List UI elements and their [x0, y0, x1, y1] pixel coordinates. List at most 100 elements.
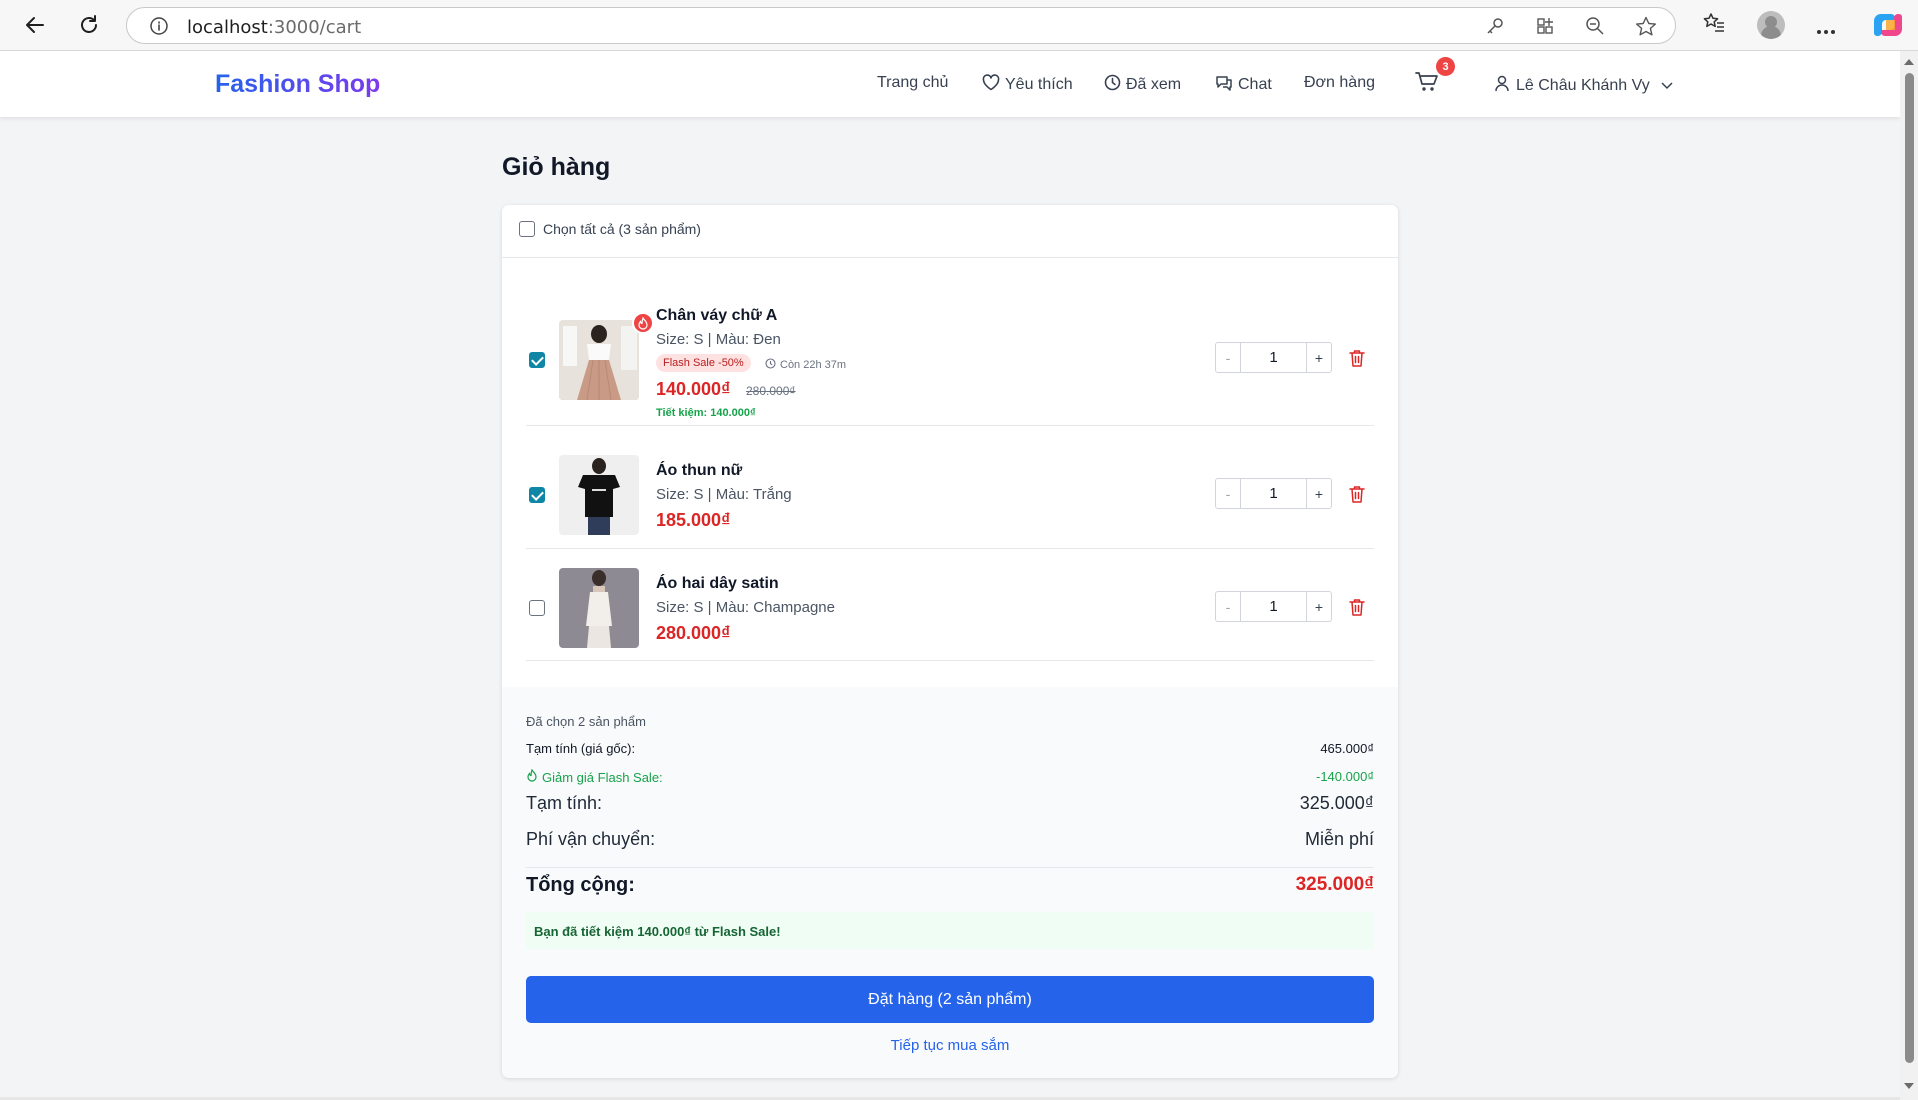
user-name: Lê Châu Khánh Vy [1516, 76, 1650, 94]
decrease-button[interactable]: - [1216, 592, 1241, 621]
savings-note: Bạn đã tiết kiệm 140.000₫ từ Flash Sale! [526, 912, 1374, 949]
quantity-stepper[interactable]: - 1 + [1215, 342, 1332, 373]
item-checkbox[interactable] [529, 352, 545, 368]
product-name[interactable]: Áo thun nữ [656, 462, 742, 480]
product-variant: Size: S | Màu: Đen [656, 331, 781, 348]
site-logo[interactable]: Fashion Shop [215, 70, 380, 99]
flash-discount-label: Giảm giá Flash Sale: [542, 769, 663, 785]
quantity-stepper[interactable]: - 1 + [1215, 591, 1332, 622]
subtotal-value: 325.000₫ [1299, 793, 1374, 813]
nav-favorites[interactable]: Yêu thích [982, 74, 1073, 96]
product-image[interactable] [559, 455, 639, 535]
quantity-input[interactable]: 1 [1241, 592, 1306, 621]
browser-toolbar: localhost:3000/cart [0, 0, 1918, 51]
continue-shopping-link[interactable]: Tiếp tục mua sắm [891, 1037, 1010, 1054]
row-divider [526, 660, 1374, 661]
clock-icon [1104, 74, 1121, 96]
nav-chat-label: Chat [1238, 76, 1272, 93]
nav-viewed-label: Đã xem [1126, 76, 1182, 93]
back-arrow-icon[interactable] [20, 10, 50, 40]
reload-icon[interactable] [74, 10, 104, 40]
fire-icon [526, 768, 538, 785]
url-path: :3000/cart [267, 17, 362, 38]
apps-icon[interactable] [1535, 16, 1555, 41]
page-scrollbar[interactable] [1900, 51, 1918, 1100]
shipping-label: Phí vận chuyển: [526, 829, 656, 849]
nav-orders[interactable]: Đơn hàng [1304, 74, 1375, 92]
subtotal-label: Tạm tính: [526, 793, 603, 813]
subtotal-original-row: Tạm tính (giá gốc): 465.000₫ [526, 741, 1374, 756]
select-all-checkbox[interactable] [519, 221, 535, 237]
nav-favorites-label: Yêu thích [1005, 76, 1073, 93]
product-image[interactable] [559, 320, 639, 400]
item-checkbox[interactable] [529, 600, 545, 616]
original-price: 280.000₫ [746, 384, 796, 398]
select-all-label: Chọn tất cả (3 sản phẩm) [543, 221, 701, 237]
total-value: 325.000₫ [1295, 874, 1374, 895]
quantity-stepper[interactable]: - 1 + [1215, 478, 1332, 509]
shipping-value: Miễn phí [1304, 829, 1374, 849]
subtotal-row: Tạm tính: 325.000₫ [526, 793, 1374, 814]
selected-count-row: Đã chọn 2 sản phẩm [526, 714, 1374, 729]
subtotal-original-label: Tạm tính (giá gốc): [526, 741, 636, 756]
shipping-row: Phí vận chuyển: Miễn phí [526, 829, 1374, 850]
nav-chat[interactable]: Chat [1215, 74, 1272, 96]
nav-home[interactable]: Trang chủ [877, 74, 948, 92]
divider [502, 257, 1398, 258]
divider [526, 867, 1374, 868]
product-name[interactable]: Chân váy chữ A [656, 307, 777, 325]
chevron-down-icon [1661, 77, 1673, 95]
product-price: 185.000₫ [656, 510, 731, 530]
trash-icon[interactable] [1349, 485, 1365, 508]
product-image[interactable] [559, 568, 639, 648]
heart-icon [982, 74, 1000, 96]
url-host: localhost [187, 17, 268, 38]
profile-icon[interactable] [1757, 11, 1785, 39]
nav-viewed[interactable]: Đã xem [1104, 74, 1181, 96]
zoom-out-icon[interactable] [1585, 16, 1605, 41]
site-header: Fashion Shop Trang chủ Yêu thích Đã xem … [0, 51, 1900, 117]
flash-discount-value: -140.000₫ [1316, 769, 1374, 784]
increase-button[interactable]: + [1306, 592, 1331, 621]
copilot-icon[interactable] [1873, 10, 1903, 45]
clock-icon [765, 358, 776, 372]
row-divider [526, 425, 1374, 426]
cart-card: Chọn tất cả (3 sản phẩm) Chân váy chữ A … [502, 205, 1398, 1078]
star-icon[interactable] [1635, 16, 1657, 41]
scroll-down-arrow[interactable] [1904, 1083, 1914, 1089]
flash-timer: Còn 22h 37m [765, 358, 846, 372]
decrease-button[interactable]: - [1216, 479, 1241, 508]
quantity-input[interactable]: 1 [1241, 479, 1306, 508]
nav-orders-label: Đơn hàng [1304, 74, 1375, 91]
info-icon[interactable] [149, 16, 169, 41]
chat-icon [1215, 74, 1233, 96]
place-order-button[interactable]: Đặt hàng (2 sản phẩm) [526, 976, 1374, 1023]
trash-icon[interactable] [1349, 598, 1365, 621]
cart-icon[interactable] [1415, 71, 1439, 98]
product-variant: Size: S | Màu: Trắng [656, 486, 792, 503]
item-checkbox[interactable] [529, 487, 545, 503]
fire-icon [632, 312, 654, 334]
address-bar[interactable]: localhost:3000/cart [126, 7, 1676, 44]
total-label: Tổng cộng: [526, 874, 635, 896]
increase-button[interactable]: + [1306, 343, 1331, 372]
favorites-icon[interactable] [1702, 11, 1726, 40]
page-title: Giỏ hàng [502, 153, 611, 181]
select-all[interactable]: Chọn tất cả (3 sản phẩm) [519, 221, 701, 237]
more-icon[interactable] [1816, 22, 1836, 40]
product-price: 140.000₫ [656, 379, 731, 399]
scroll-up-arrow[interactable] [1904, 59, 1914, 65]
continue-shopping-wrap: Tiếp tục mua sắm [502, 1037, 1398, 1054]
product-price: 280.000₫ [656, 623, 731, 643]
decrease-button[interactable]: - [1216, 343, 1241, 372]
increase-button[interactable]: + [1306, 479, 1331, 508]
subtotal-original-value: 465.000₫ [1320, 741, 1374, 756]
user-menu[interactable]: Lê Châu Khánh Vy [1493, 74, 1673, 97]
quantity-input[interactable]: 1 [1241, 343, 1306, 372]
url-text: localhost:3000/cart [187, 17, 361, 38]
scroll-thumb[interactable] [1905, 73, 1914, 1063]
row-divider [526, 548, 1374, 549]
key-icon[interactable] [1485, 16, 1505, 41]
trash-icon[interactable] [1349, 349, 1365, 372]
product-name[interactable]: Áo hai dây satin [656, 575, 779, 593]
